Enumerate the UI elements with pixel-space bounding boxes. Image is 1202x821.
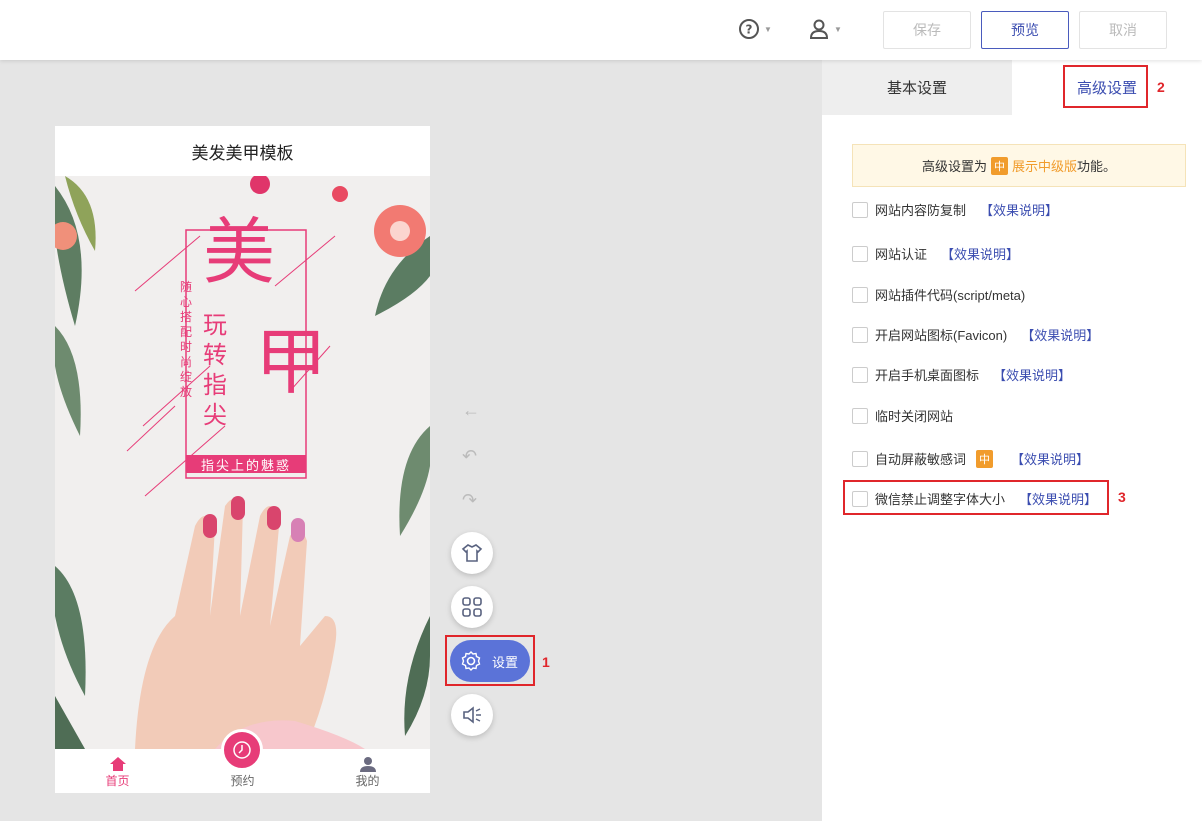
nav-mine[interactable]: 我的 — [305, 749, 430, 793]
undo-icon[interactable]: ↶ — [462, 446, 477, 467]
level-badge: 中 — [976, 449, 994, 468]
upgrade-link[interactable]: 展示中级版 — [1012, 156, 1077, 175]
option-favicon: 开启网站图标(Favicon) 【效果说明】 — [852, 325, 1099, 344]
grid-icon — [462, 597, 482, 617]
poster-banner-text: 指尖上的魅惑 — [200, 457, 291, 473]
svg-text:?: ? — [746, 23, 753, 37]
bottom-nav: 首页 预约 我的 — [55, 729, 430, 793]
theme-tool-button[interactable] — [451, 532, 493, 574]
effect-help-link[interactable]: 【效果说明】 — [1011, 449, 1089, 468]
poster-banner[interactable]: 美 甲 玩 转 指 尖 随心搭配时尚绽放 指尖上的魅惑 — [55, 176, 430, 749]
modules-tool-button[interactable] — [451, 586, 493, 628]
option-site-verify: 网站认证 【效果说明】 — [852, 244, 1019, 263]
poster-side-text: 随心搭配时尚绽放 — [180, 280, 193, 399]
option-sensitive-words: 自动屏蔽敏感词 中 【效果说明】 — [852, 449, 1089, 468]
user-icon — [359, 757, 376, 772]
cancel-button[interactable]: 取消 — [1079, 11, 1167, 49]
user-icon — [809, 19, 829, 39]
chevron-down-icon: ▼ — [834, 24, 842, 34]
preview-button[interactable]: 预览 — [981, 11, 1069, 49]
phone-preview[interactable]: 美发美甲模板 美 甲 玩 转 指 尖 随心搭配时尚绽放 指尖上的魅惑 首页 预约… — [55, 126, 430, 793]
highlight-box-1 — [445, 635, 535, 686]
booking-center-button[interactable] — [221, 729, 263, 771]
poster-title-char: 美 — [203, 210, 276, 294]
level-badge: 中 — [990, 156, 1008, 175]
checkbox[interactable] — [852, 326, 868, 343]
top-toolbar: ? ▼ ▼ 保存 预览 取消 — [0, 0, 1202, 60]
highlight-box-2 — [1063, 65, 1148, 108]
checkbox[interactable] — [852, 366, 868, 383]
help-menu[interactable]: ? ▼ — [738, 18, 772, 40]
settings-panel: 基本设置 高级设置 高级设置为 中 展示中级版 功能。 网站内容防复制 【效果说… — [822, 60, 1202, 821]
back-arrow-icon[interactable]: ← — [462, 400, 480, 421]
highlight-box-3 — [843, 480, 1109, 515]
effect-help-link[interactable]: 【效果说明】 — [980, 200, 1058, 219]
annotation-number: 3 — [1118, 489, 1126, 505]
option-close-site: 临时关闭网站 — [852, 406, 953, 425]
option-copy-protect: 网站内容防复制 【效果说明】 — [852, 200, 1058, 219]
clock-icon — [233, 741, 251, 759]
checkbox[interactable] — [852, 245, 868, 262]
effect-help-link[interactable]: 【效果说明】 — [1021, 325, 1099, 344]
checkbox[interactable] — [852, 407, 868, 424]
poster-title-char: 甲 — [255, 320, 328, 404]
option-plugin-code: 网站插件代码(script/meta) — [852, 285, 1025, 304]
effect-help-link[interactable]: 【效果说明】 — [993, 365, 1071, 384]
tab-basic-settings[interactable]: 基本设置 — [822, 60, 1012, 115]
help-circle-icon: ? — [739, 19, 759, 39]
home-icon — [109, 757, 126, 771]
shirt-icon — [461, 544, 483, 562]
annotation-number: 1 — [542, 654, 550, 670]
music-tool-button[interactable] — [451, 694, 493, 736]
redo-icon[interactable]: ↷ — [462, 490, 477, 511]
checkbox[interactable] — [852, 286, 868, 303]
effect-help-link[interactable]: 【效果说明】 — [941, 244, 1019, 263]
checkbox[interactable] — [852, 201, 868, 218]
user-menu[interactable]: ▼ — [808, 18, 842, 40]
save-button[interactable]: 保存 — [883, 11, 971, 49]
poster-vertical-text: 玩 转 指 尖 — [203, 311, 227, 429]
nav-home[interactable]: 首页 — [55, 749, 180, 793]
chevron-down-icon: ▼ — [764, 24, 772, 34]
upgrade-notice: 高级设置为 中 展示中级版 功能。 — [852, 144, 1186, 187]
option-desktop-icon: 开启手机桌面图标 【效果说明】 — [852, 365, 1071, 384]
checkbox[interactable] — [852, 450, 868, 467]
page-title: 美发美甲模板 — [55, 126, 430, 176]
speaker-icon — [463, 706, 481, 724]
annotation-number: 2 — [1157, 79, 1165, 95]
